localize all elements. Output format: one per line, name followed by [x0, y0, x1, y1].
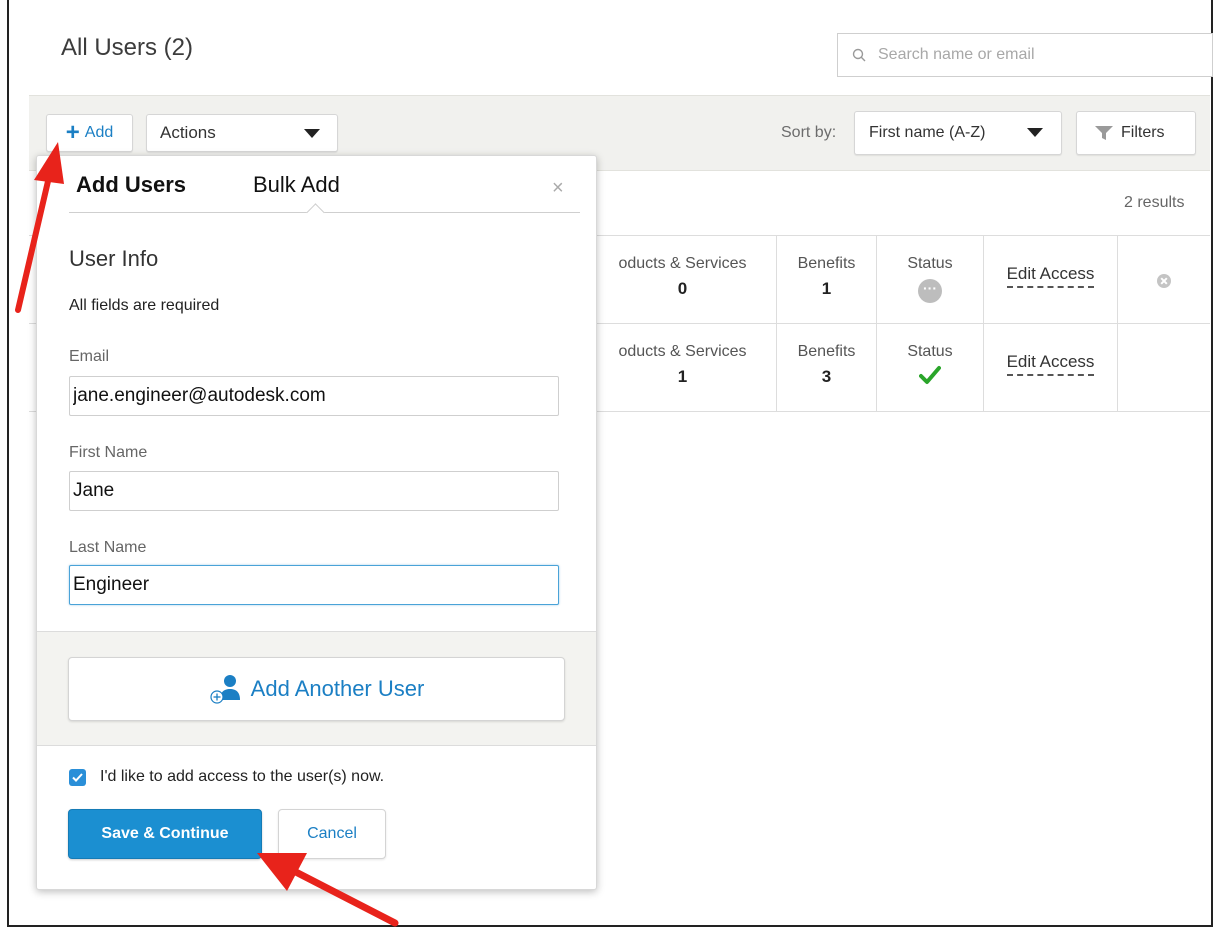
required-note: All fields are required: [69, 297, 220, 314]
products-cell: oducts & Services 1: [589, 324, 776, 412]
dialog-tabs: Add Users Bulk Add ×: [37, 156, 596, 222]
add-user-icon: [210, 675, 240, 704]
status-cell: Status ···: [876, 236, 983, 324]
section-title: User Info: [69, 246, 159, 271]
edit-access-link[interactable]: Edit Access: [1006, 264, 1095, 288]
email-label: Email: [69, 348, 110, 365]
close-icon[interactable]: ×: [552, 178, 564, 198]
edit-access-link[interactable]: Edit Access: [1006, 352, 1095, 376]
sort-dropdown[interactable]: First name (A-Z): [854, 111, 1062, 155]
status-label: Status: [907, 343, 953, 360]
remove-cell: [1117, 236, 1210, 324]
benefits-cell: Benefits 1: [776, 236, 876, 324]
remove-cell: [1117, 324, 1210, 412]
search-box[interactable]: [837, 33, 1213, 77]
add-another-user-button[interactable]: Add Another User: [68, 657, 565, 721]
chevron-down-icon: [1027, 128, 1043, 137]
products-label: oducts & Services: [618, 343, 747, 360]
products-cell: oducts & Services 0: [589, 236, 776, 324]
products-label: oducts & Services: [618, 255, 747, 272]
status-cell: Status: [876, 324, 983, 412]
sort-by-label: Sort by:: [781, 124, 837, 141]
first-name-label: First Name: [69, 444, 148, 461]
add-button[interactable]: + Add: [46, 114, 133, 152]
status-label: Status: [907, 255, 953, 272]
add-another-user-label: Add Another User: [250, 676, 425, 701]
benefits-label: Benefits: [797, 255, 856, 272]
checkmark-icon: [72, 772, 83, 782]
products-value: 0: [677, 279, 688, 298]
benefits-value: 1: [821, 279, 832, 298]
tab-bulk-add[interactable]: Bulk Add: [253, 172, 340, 198]
remove-icon[interactable]: [1157, 274, 1171, 288]
last-name-label: Last Name: [69, 539, 147, 556]
filters-label: Filters: [1121, 124, 1165, 141]
consent-label: I'd like to add access to the user(s) no…: [100, 768, 385, 785]
tab-pointer: [306, 203, 325, 222]
add-another-section: Add Another User: [37, 631, 596, 746]
first-name-field[interactable]: [69, 471, 559, 511]
chevron-down-icon: [304, 129, 320, 138]
add-users-dialog: Add Users Bulk Add × User Info All field…: [36, 155, 597, 890]
results-count: 2 results: [1124, 194, 1185, 211]
email-field[interactable]: [69, 376, 559, 416]
benefits-cell: Benefits 3: [776, 324, 876, 412]
benefits-label: Benefits: [797, 343, 856, 360]
search-icon: [852, 48, 866, 62]
edit-access-cell: Edit Access: [983, 324, 1117, 412]
consent-row: I'd like to add access to the user(s) no…: [69, 768, 384, 786]
checkmark-icon: [919, 365, 941, 390]
filter-icon: [1095, 126, 1113, 140]
status-pending-icon: ···: [918, 279, 942, 303]
tab-add-users[interactable]: Add Users: [76, 172, 186, 198]
add-button-label: Add: [84, 124, 114, 141]
edit-access-cell: Edit Access: [983, 236, 1117, 324]
actions-dropdown[interactable]: Actions: [146, 114, 338, 152]
cancel-button[interactable]: Cancel: [278, 809, 386, 859]
save-continue-button[interactable]: Save & Continue: [68, 809, 262, 859]
benefits-value: 3: [821, 367, 832, 386]
last-name-field[interactable]: [69, 565, 559, 605]
consent-checkbox[interactable]: [69, 768, 86, 786]
plus-icon: +: [65, 119, 80, 146]
page-title: All Users (2): [61, 34, 194, 61]
sort-value: First name (A-Z): [869, 124, 986, 141]
search-input[interactable]: [878, 46, 1178, 64]
filters-button[interactable]: Filters: [1076, 111, 1196, 155]
products-value: 1: [677, 367, 688, 386]
actions-label: Actions: [160, 123, 216, 142]
